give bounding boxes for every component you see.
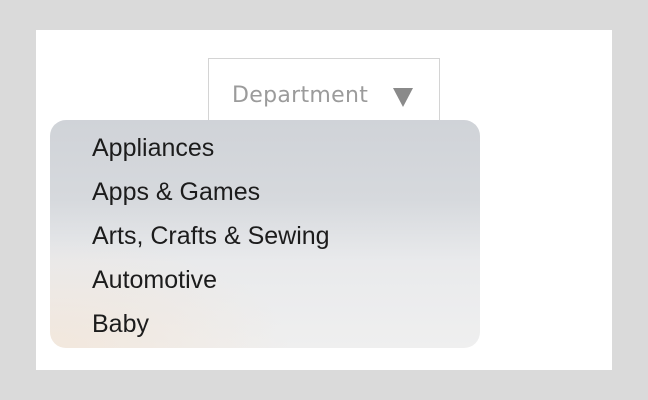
dropdown-option-arts-crafts-sewing[interactable]: Arts, Crafts & Sewing xyxy=(92,221,330,251)
dropdown-option-appliances[interactable]: Appliances xyxy=(92,133,214,163)
dropdown-option-baby[interactable]: Baby xyxy=(92,309,149,339)
department-dropdown-list[interactable]: Appliances Apps & Games Arts, Crafts & S… xyxy=(50,120,480,348)
department-select-label: Department xyxy=(232,83,369,108)
screen: Department Appliances Apps & Games Arts,… xyxy=(0,0,648,400)
dropdown-option-automotive[interactable]: Automotive xyxy=(92,265,217,295)
triangle-down-icon[interactable] xyxy=(393,88,413,107)
dropdown-option-apps-games[interactable]: Apps & Games xyxy=(92,177,260,207)
